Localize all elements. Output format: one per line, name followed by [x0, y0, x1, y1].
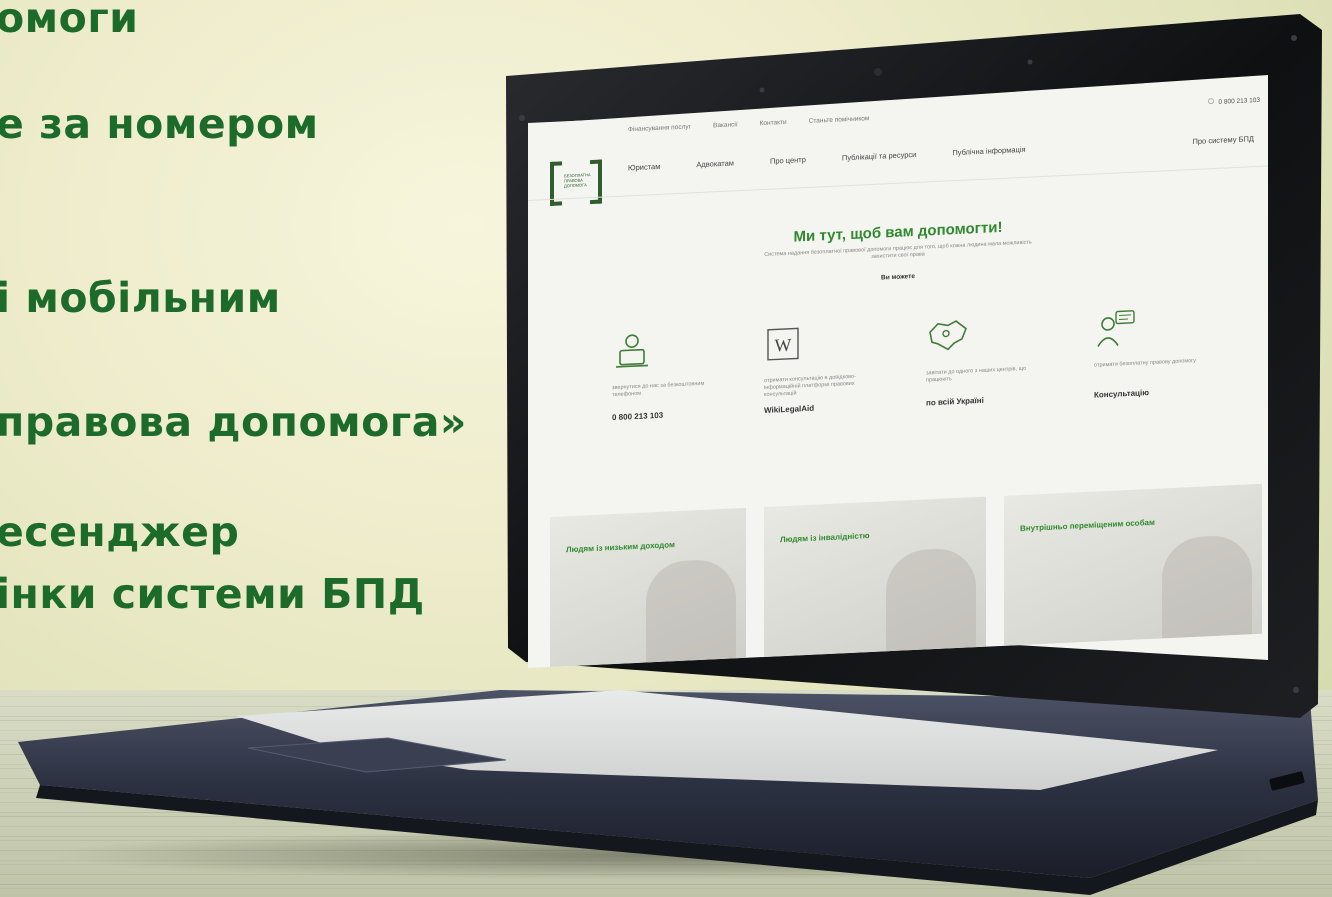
feature-phone[interactable]: звернутися до нас за безкоштовним телефо… [612, 327, 732, 422]
nav-item-about[interactable]: Про систему БПД [1193, 134, 1255, 146]
feature-text: отримати консультацію в довідково-інформ… [764, 373, 856, 399]
lid-dot [1291, 35, 1297, 41]
desk-grain [0, 778, 1332, 779]
promo-line: правова допомога» [0, 398, 467, 446]
topbar-phone-number: 0 800 213 103 [1218, 96, 1260, 106]
desk-grain [0, 720, 1332, 721]
card-low-income[interactable]: Людям із низьким доходом [550, 507, 746, 667]
desk-grain [0, 884, 1332, 885]
lid-dot [519, 115, 525, 121]
card-disability[interactable]: Людям із інвалідністю [764, 496, 986, 658]
desk-grain [0, 768, 1332, 769]
promo-line: е за номером [0, 100, 319, 148]
desk-grain [0, 706, 1332, 707]
topbar-link[interactable]: Фінансування послуг [628, 123, 691, 133]
feature-wiki[interactable]: W отримати консультацію в довідково-інфо… [764, 320, 884, 415]
feature-consult[interactable]: отримати безоплатну правову допомогу Кон… [1094, 305, 1214, 400]
laptop-shadow [40, 830, 1280, 880]
feature-centers[interactable]: завітати до одного з наших центрів, що п… [926, 313, 1046, 408]
card-title: Внутрішньо переміщеним особам [1020, 517, 1155, 534]
desk-grain [0, 802, 1332, 803]
card-photo [886, 547, 976, 652]
card-title: Людям із інвалідністю [780, 531, 870, 545]
feature-value[interactable]: WikiLegalAid [764, 400, 884, 415]
desk-grain [0, 716, 1332, 717]
svg-text:W: W [775, 335, 792, 356]
feature-value[interactable]: по всій Україні [926, 393, 1046, 408]
desk-grain [0, 764, 1332, 765]
feature-value[interactable]: 0 800 213 103 [612, 407, 732, 422]
feature-text: завітати до одного з наших центрів, що п… [926, 365, 1027, 384]
nav-item[interactable]: Публічна інформація [952, 145, 1025, 157]
promo-line: інки системи БПД [0, 570, 425, 618]
desk-grain [0, 754, 1332, 755]
desk-grain [0, 730, 1332, 731]
nav-item[interactable]: Публікації та ресурси [842, 150, 916, 162]
phone-icon [1208, 98, 1215, 105]
feature-text: отримати безоплатну правову допомогу [1094, 357, 1196, 369]
browser-screen: Фінансування послуг Вакансії Контакти Ст… [528, 88, 1268, 669]
card-title: Людям із низьким доходом [566, 540, 675, 555]
desk-grain [0, 788, 1332, 789]
feature-text: звернутися до нас за безкоштовним телефо… [612, 380, 705, 399]
topbar-link[interactable]: Контакти [760, 118, 787, 126]
desk-grain [0, 696, 1332, 697]
card-photo [1162, 534, 1252, 639]
desk-grain [0, 744, 1332, 745]
card-photo [646, 558, 736, 663]
lid-dot [1027, 59, 1033, 65]
desk-grain [0, 826, 1332, 827]
promo-line: і мобільним [0, 274, 281, 322]
feature-value[interactable]: Консультацію [1094, 385, 1214, 400]
topbar-link[interactable]: Станьте помічником [809, 115, 870, 125]
consultant-chat-icon [1094, 305, 1214, 349]
webcam [874, 68, 882, 76]
desk-grain [0, 792, 1332, 793]
desk-grain [0, 888, 1332, 889]
phone-operator-icon [612, 327, 732, 371]
topbar-phone[interactable]: 0 800 213 103 [1208, 96, 1260, 106]
nav-item[interactable]: Юристам [628, 162, 660, 173]
nav-item[interactable]: Адвокатам [696, 158, 734, 169]
ukraine-map-icon [926, 313, 1046, 357]
wiki-icon: W [764, 320, 884, 364]
nav-item[interactable]: Про центр [770, 155, 806, 166]
topbar-link[interactable]: Вакансії [713, 121, 738, 129]
desk-grain [0, 740, 1332, 741]
promo-line: есенджер [0, 508, 240, 556]
desk-grain [0, 812, 1332, 813]
card-idp[interactable]: Внутрішньо переміщеним особам [1004, 483, 1262, 646]
desk-grain [0, 816, 1332, 817]
hero-you-can: Ви можете [881, 272, 915, 282]
promo-line: омоги [0, 0, 139, 42]
lid-dot [759, 87, 765, 93]
